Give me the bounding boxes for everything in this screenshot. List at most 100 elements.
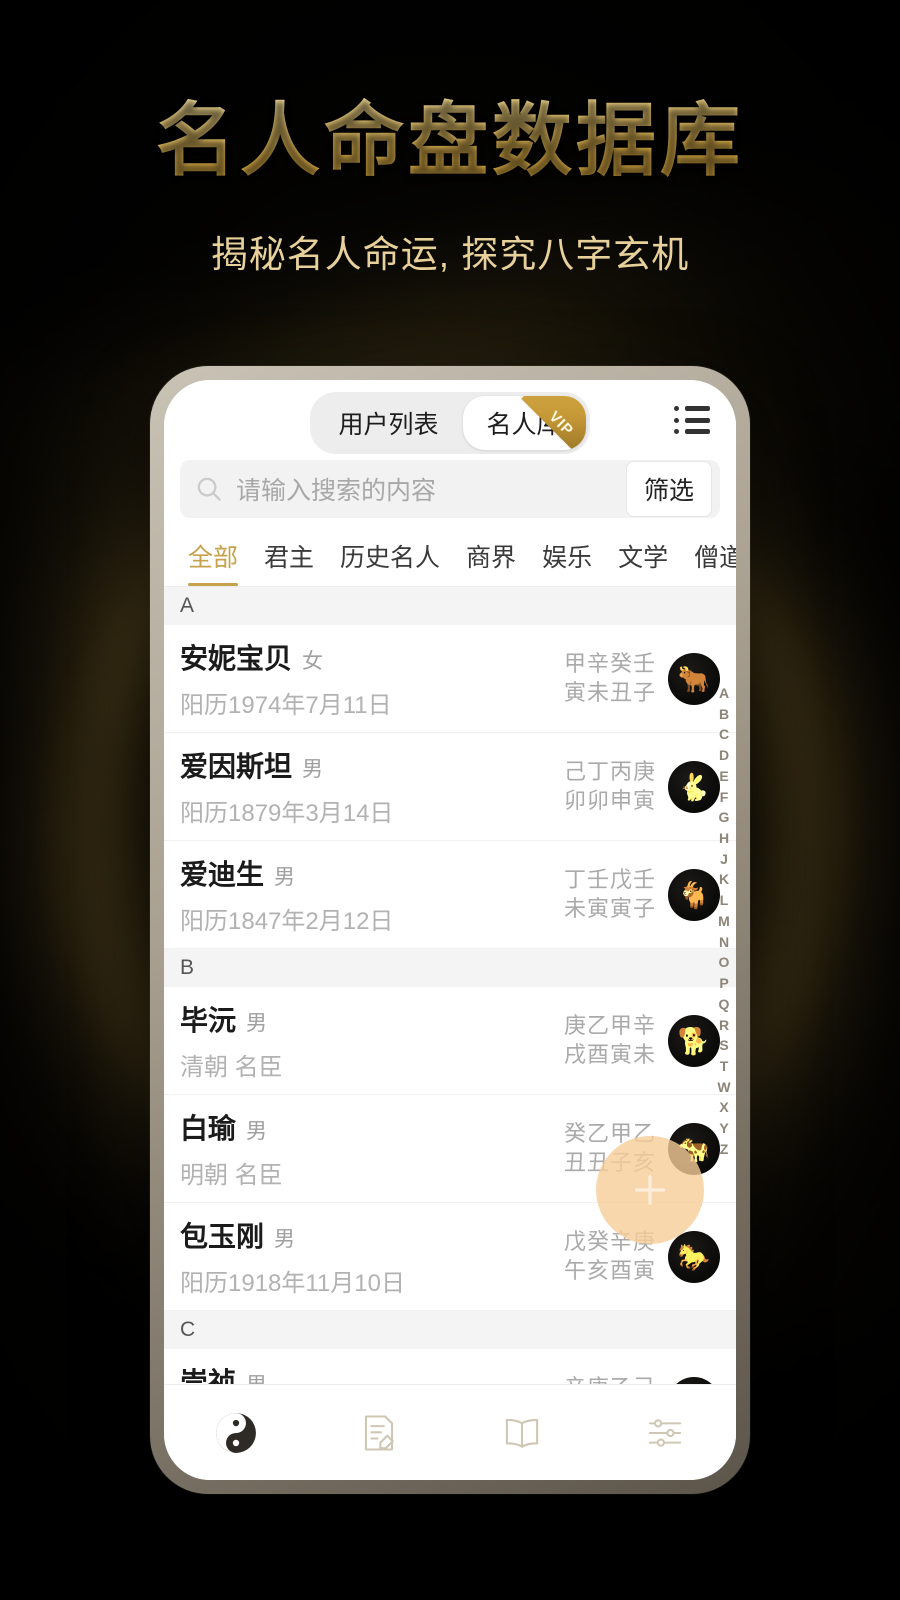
celebrity-name: 白瑜	[180, 1113, 237, 1144]
zodiac-rabbit-icon: 🐇	[668, 760, 720, 813]
celebrity-name: 爱迪生	[180, 859, 265, 890]
zodiac-ox-icon: 🐂	[668, 652, 720, 705]
celebrity-list-container[interactable]: A 安妮宝贝女阳历1974年7月11日 甲辛癸壬 寅未丑子 🐂 爱因斯坦男阳历1879年3…	[164, 587, 736, 1384]
celebrity-row-title: 安妮宝贝女	[180, 637, 564, 677]
section-header: B	[164, 949, 736, 987]
celebrity-row-title: 崇祯男	[180, 1361, 564, 1384]
page-subtitle: 揭秘名人命运, 探究八字玄机	[210, 233, 690, 275]
nav-item-bazi[interactable]	[164, 1411, 307, 1455]
alpha-index-letter-H[interactable]: H	[715, 828, 733, 849]
tab-user-list[interactable]: 用户列表	[314, 396, 462, 450]
celebrity-gender: 男	[246, 1120, 268, 1143]
alpha-index-letter-W[interactable]: W	[715, 1077, 733, 1098]
alpha-index-letter-F[interactable]: F	[715, 787, 733, 808]
alpha-index-letter-K[interactable]: K	[715, 869, 733, 890]
zodiac-pig-icon: 🐖	[668, 1376, 720, 1384]
celebrity-bazi: 己丁丙庚 卯卯申寅	[564, 758, 656, 814]
celebrity-name: 崇祯	[180, 1367, 237, 1384]
alpha-index-letter-N[interactable]: N	[715, 932, 733, 953]
sliders-icon	[648, 1418, 681, 1447]
celebrity-bazi: 辛庚乙己亥寅未卯	[564, 1374, 656, 1384]
alpha-index-letter-J[interactable]: J	[715, 849, 733, 870]
category-tab-2[interactable]: 历史名人	[330, 532, 450, 586]
filter-button[interactable]: 筛选	[625, 461, 712, 517]
alpha-index-letter-B[interactable]: B	[715, 704, 733, 725]
alpha-index-letter-P[interactable]: P	[715, 973, 733, 994]
alpha-index-letter-D[interactable]: D	[715, 745, 733, 766]
bottom-navigation-bar[interactable]	[164, 1384, 736, 1480]
avatar-glyph: 🐕	[677, 1025, 711, 1056]
celebrity-row[interactable]: 安妮宝贝女阳历1974年7月11日 甲辛癸壬 寅未丑子 🐂	[164, 625, 736, 733]
section-header: C	[164, 1311, 736, 1349]
avatar-glyph: 🐇	[677, 771, 711, 802]
alpha-index-letter-R[interactable]: R	[715, 1015, 733, 1036]
app-header: 用户列表 名人库 VIP	[164, 380, 736, 458]
celebrity-gender: 男	[274, 866, 296, 889]
bazi-earthly-branches: 卯卯申寅	[563, 787, 656, 813]
search-input[interactable]: 请输入搜索的内容	[224, 471, 626, 507]
yinyang-icon	[215, 1412, 256, 1453]
celebrity-subtitle: 阳历1918年11月10日	[180, 1270, 405, 1297]
avatar-glyph: 🐎	[677, 1241, 711, 1272]
celebrity-gender: 女	[302, 650, 324, 673]
category-tab-0[interactable]: 全部	[178, 532, 248, 586]
celebrity-gender: 男	[302, 758, 324, 781]
bazi-earthly-branches: 寅未丑子	[563, 679, 656, 705]
category-tab-4[interactable]: 娱乐	[532, 532, 602, 586]
alpha-index-letter-Q[interactable]: Q	[715, 994, 733, 1015]
alpha-index-letter-L[interactable]: L	[715, 890, 733, 911]
alpha-index-letter-G[interactable]: G	[715, 807, 733, 828]
celebrity-name: 爱因斯坦	[180, 751, 293, 782]
category-tab-5[interactable]: 文学	[608, 532, 678, 586]
celebrity-row[interactable]: 爱因斯坦男阳历1879年3月14日 己丁丙庚 卯卯申寅 🐇	[164, 733, 736, 841]
alphabet-index-scrollbar[interactable]: ABCDEFGHJKLMNOPQRSTWXYZ	[715, 683, 733, 1160]
celebrity-list[interactable]: A 安妮宝贝女阳历1974年7月11日 甲辛癸壬 寅未丑子 🐂 爱因斯坦男阳历1879年3…	[164, 587, 736, 1384]
celebrity-row-title: 包玉刚男	[180, 1215, 564, 1255]
nav-item-book[interactable]	[450, 1411, 593, 1455]
bazi-heavenly-stems: 甲辛癸壬	[563, 651, 656, 677]
celebrity-bazi: 庚乙甲辛 戌酉寅未	[564, 1012, 656, 1068]
bazi-earthly-branches: 未寅寅子	[563, 895, 656, 921]
alpha-index-letter-E[interactable]: E	[715, 766, 733, 787]
alpha-index-letter-Z[interactable]: Z	[715, 1139, 733, 1160]
celebrity-row[interactable]: 崇祯男明朝 末位皇帝辛庚乙己亥寅未卯 🐖	[164, 1349, 736, 1384]
alpha-index-letter-S[interactable]: S	[715, 1035, 733, 1056]
menu-row	[674, 417, 710, 423]
tab-celebrity-library[interactable]: 名人库 VIP	[462, 396, 586, 450]
menu-row	[674, 429, 710, 434]
celebrity-subtitle: 清朝 名臣	[180, 1054, 283, 1081]
celebrity-row-main: 爱因斯坦男阳历1879年3月14日	[180, 745, 564, 828]
celebrity-bazi: 丁壬戊壬 未寅寅子	[564, 866, 656, 922]
alpha-index-letter-Y[interactable]: Y	[715, 1118, 733, 1139]
alpha-index-letter-C[interactable]: C	[715, 724, 733, 745]
zodiac-dog-icon: 🐕	[668, 1014, 720, 1067]
nav-item-settings[interactable]	[593, 1411, 736, 1455]
alpha-index-letter-T[interactable]: T	[715, 1056, 733, 1077]
celebrity-subtitle: 明朝 名臣	[180, 1162, 283, 1189]
plus-icon	[635, 1175, 665, 1205]
search-bar[interactable]: 请输入搜索的内容 筛选	[180, 460, 720, 518]
list-menu-icon[interactable]	[674, 406, 710, 434]
alpha-index-letter-X[interactable]: X	[715, 1097, 733, 1118]
search-icon	[197, 477, 221, 501]
celebrity-name: 安妮宝贝	[180, 643, 293, 674]
bazi-earthly-branches: 戌酉寅未	[563, 1041, 656, 1067]
bazi-heavenly-stems: 辛庚乙己	[564, 1374, 656, 1384]
category-tab-bar[interactable]: 全部 君主 历史名人 商界 娱乐 文学 僧道	[164, 526, 736, 587]
alpha-index-letter-M[interactable]: M	[715, 911, 733, 932]
celebrity-row-title: 毕沅男	[180, 999, 564, 1039]
note-edit-icon	[364, 1414, 394, 1451]
celebrity-row[interactable]: 爱迪生男阳历1847年2月12日 丁壬戊壬 未寅寅子 🐐	[164, 841, 736, 949]
segmented-control[interactable]: 用户列表 名人库 VIP	[310, 392, 590, 454]
category-tab-3[interactable]: 商界	[456, 532, 526, 586]
book-icon	[505, 1418, 538, 1448]
category-tab-6[interactable]: 僧道	[684, 532, 736, 586]
celebrity-row[interactable]: 毕沅男清朝 名臣 庚乙甲辛 戌酉寅未 🐕	[164, 987, 736, 1095]
alpha-index-letter-O[interactable]: O	[715, 952, 733, 973]
nav-item-notes[interactable]	[307, 1411, 450, 1455]
category-tab-1[interactable]: 君主	[254, 532, 324, 586]
add-record-fab[interactable]	[596, 1136, 704, 1244]
alpha-index-letter-A[interactable]: A	[715, 683, 733, 704]
avatar-glyph: 🐂	[677, 663, 711, 694]
celebrity-row-title: 爱迪生男	[180, 853, 564, 893]
